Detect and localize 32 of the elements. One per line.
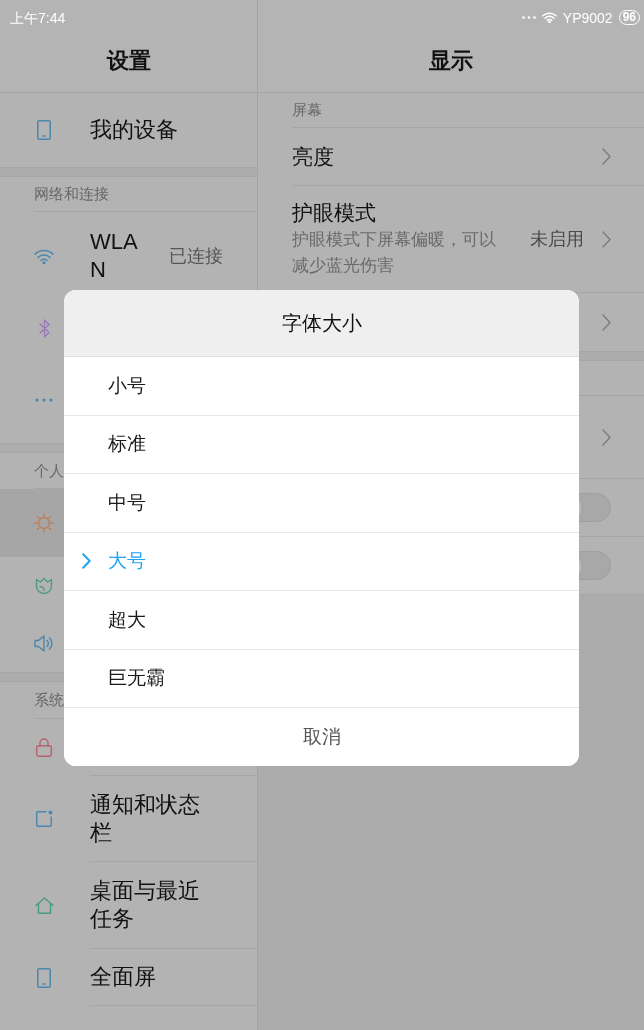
section-header: 个人 bbox=[34, 460, 64, 481]
section-header: 网络和连接 bbox=[34, 184, 109, 204]
status-text: 已连接 bbox=[169, 244, 223, 268]
section-header: 屏幕 bbox=[292, 100, 322, 120]
wifi-icon bbox=[541, 12, 557, 23]
chevron-right-icon bbox=[602, 230, 611, 248]
dialog-title: 字体大小 bbox=[64, 290, 579, 357]
wifi-icon bbox=[34, 248, 54, 264]
row-description: 护眼模式下屏幕偏暖，可以减少蓝光伤害 bbox=[292, 229, 497, 277]
network-name: YP9002 bbox=[562, 8, 613, 27]
settings-row[interactable]: 护眼模式 护眼模式下屏幕偏暖，可以减少蓝光伤害 未启用 bbox=[258, 186, 644, 293]
row-value: 未启用 bbox=[530, 228, 584, 251]
more-dots-icon bbox=[521, 16, 536, 19]
page-title: 显示 bbox=[429, 46, 473, 75]
status-time: 上午7:44 bbox=[10, 8, 66, 27]
home-icon bbox=[34, 897, 54, 914]
chevron-right-icon bbox=[81, 553, 91, 570]
lock-icon bbox=[36, 738, 52, 757]
chevron-right-icon bbox=[602, 148, 611, 165]
chevron-right-icon bbox=[602, 428, 611, 446]
tulip-icon bbox=[35, 576, 53, 595]
sidebar-title: 设置 bbox=[106, 46, 151, 75]
more-dots-icon bbox=[35, 397, 53, 402]
notification-icon bbox=[35, 810, 53, 828]
settings-row[interactable]: 亮度 bbox=[258, 128, 644, 186]
section-header: 系统 bbox=[34, 690, 64, 710]
phone-icon bbox=[37, 967, 51, 988]
sun-icon bbox=[34, 513, 54, 533]
phone-icon bbox=[37, 120, 51, 140]
chevron-right-icon bbox=[602, 313, 611, 331]
speaker-icon bbox=[34, 634, 54, 652]
bluetooth-icon bbox=[38, 318, 50, 338]
